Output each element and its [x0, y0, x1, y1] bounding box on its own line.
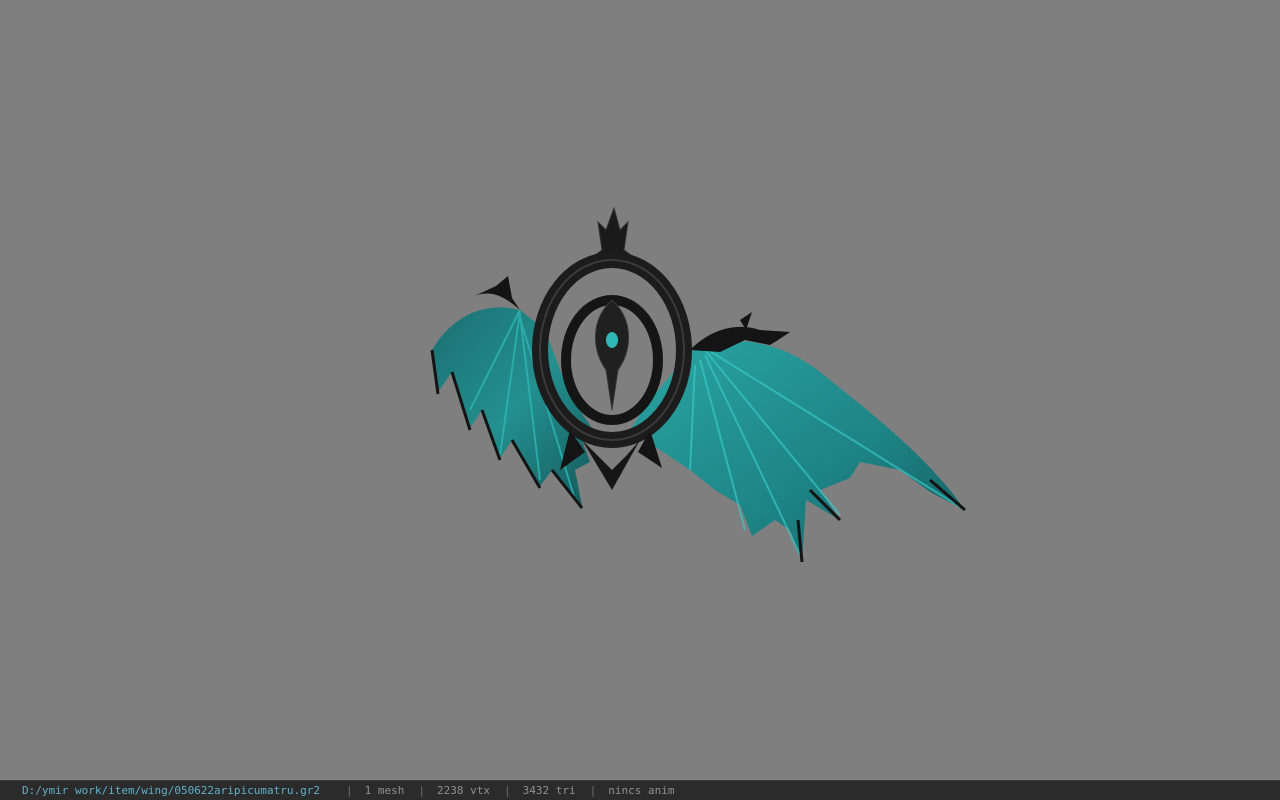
triangle-count: 3432 tri — [522, 784, 576, 797]
animation-status: nincs anim — [608, 784, 675, 797]
vertex-count: 2238 vtx — [437, 784, 490, 797]
mesh-count: 1 mesh — [364, 784, 405, 797]
separator: | — [504, 784, 511, 797]
3d-viewport[interactable] — [0, 0, 1280, 780]
file-path: D:/ymir work/item/wing/050622aripicumatr… — [22, 784, 321, 797]
separator: | — [418, 784, 426, 797]
wing-model[interactable] — [0, 0, 1280, 780]
separator: | — [346, 784, 353, 797]
status-bar: D:/ymir work/item/wing/050622aripicumatr… — [0, 780, 1280, 800]
separator: | — [589, 784, 597, 797]
